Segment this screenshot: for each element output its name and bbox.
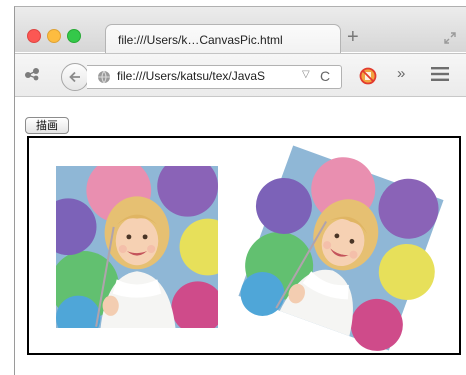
globe-icon [97,70,111,88]
address-dropdown-icon[interactable]: ▽ [302,69,310,80]
browser-window: file:///Users/k…CanvasPic.html + file://… [14,6,466,375]
address-text: file:///Users/katsu/tex/JavaS [117,69,266,83]
noscript-icon[interactable] [359,67,377,90]
draw-button[interactable]: 描画 [25,117,69,134]
girl-with-balloons-photo [56,166,218,328]
back-button[interactable] [61,63,89,91]
girl-with-balloons-photo-rotated [237,144,445,352]
tab-active[interactable]: file:///Users/k…CanvasPic.html [105,24,341,54]
overflow-icon[interactable]: » [397,65,405,82]
share-icon[interactable] [23,66,41,87]
zoom-window-button[interactable] [67,29,81,43]
canvas[interactable] [27,136,461,355]
expand-icon[interactable] [443,31,457,50]
tab-bar: file:///Users/k…CanvasPic.html + [15,7,466,54]
hamburger-menu-icon[interactable] [431,67,449,86]
navigation-bar: file:///Users/katsu/tex/JavaS ▽ C » [15,53,466,97]
new-tab-button[interactable]: + [347,27,359,47]
reload-icon[interactable]: C [320,68,330,84]
tab-title: file:///Users/k…CanvasPic.html [118,33,283,47]
address-bar[interactable]: file:///Users/katsu/tex/JavaS ▽ C [87,65,342,89]
minimize-window-button[interactable] [47,29,61,43]
back-arrow-icon [69,71,80,83]
close-window-button[interactable] [27,29,41,43]
